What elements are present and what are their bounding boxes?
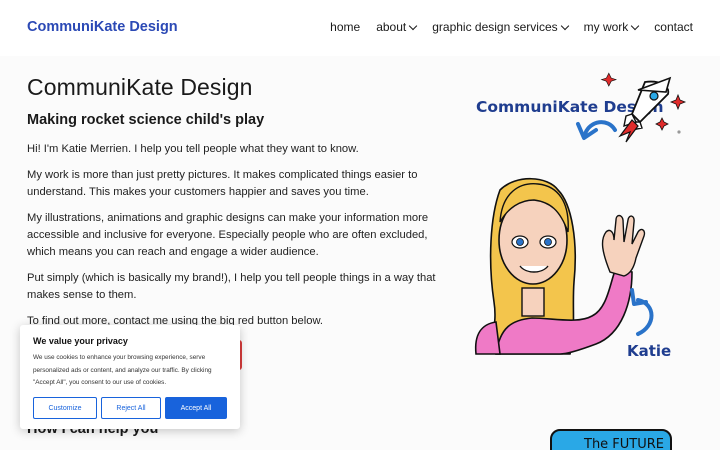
intro-paragraph: My illustrations, animations and graphic… (27, 212, 429, 258)
nav-item-about[interactable]: about (376, 20, 418, 34)
nav-item-my-work[interactable]: my work (583, 20, 640, 34)
customize-button[interactable]: Customize (33, 397, 97, 419)
site-header: CommuniKate Design home about graphic de… (0, 0, 720, 56)
future-card: The FUTURE (550, 429, 672, 450)
intro-paragraph: My work is more than just pretty picture… (27, 169, 418, 198)
nav-item-graphic-design-services[interactable]: graphic design services (432, 20, 569, 34)
chevron-down-icon (631, 21, 640, 30)
nav-item-label: my work (583, 20, 629, 34)
reject-all-button[interactable]: Reject All (101, 397, 161, 419)
name-label: Katie (627, 342, 671, 360)
nav-item-contact[interactable]: contact (654, 20, 693, 34)
chevron-down-icon (560, 21, 569, 30)
hero-illustration: CommuniKate Design Katie (474, 72, 687, 360)
accept-all-button[interactable]: Accept All (165, 397, 227, 419)
cookie-banner-message: We use cookies to enhance your browsing … (33, 354, 212, 387)
nav-item-label: graphic design services (432, 20, 558, 34)
cookie-banner-title: We value your privacy (33, 336, 128, 346)
nav-item-label: home (330, 20, 361, 34)
nav-item-home[interactable]: home (330, 20, 360, 34)
chevron-down-icon (408, 21, 418, 30)
intro-paragraph: Hi! I'm Katie Merrien. I help you tell p… (27, 143, 359, 155)
tagline: Making rocket science child's play (27, 112, 265, 128)
page-title: CommuniKate Design (27, 74, 253, 100)
nav-item-label: about (376, 20, 407, 34)
intro-paragraph: Put simply (which is basically my brand!… (27, 272, 436, 301)
cookie-consent-banner: We value your privacy We use cookies to … (20, 325, 240, 429)
main-nav: home about graphic design services my wo… (330, 20, 693, 34)
site-title-link[interactable]: CommuniKate Design (27, 19, 178, 35)
future-card-text: The FUTURE (584, 437, 665, 450)
nav-item-label: contact (654, 20, 693, 34)
katie-character-illustration: Katie (474, 178, 671, 360)
cookie-banner-actions: Customize Reject All Accept All (33, 397, 227, 419)
